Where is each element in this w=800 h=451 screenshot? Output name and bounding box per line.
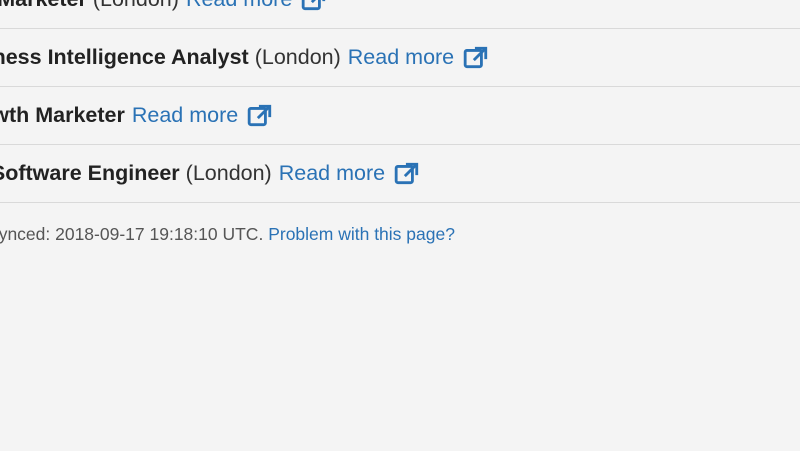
job-row: Growth Marketer (London) Read more (0, 0, 800, 29)
read-more-label: Read more (278, 161, 386, 185)
read-more-label: Read more (186, 0, 292, 12)
read-more-link[interactable]: Read more (348, 45, 489, 71)
read-more-label: Read more (347, 45, 455, 69)
job-title: Senior Software Engineer (0, 161, 180, 185)
problem-link[interactable]: Problem with this page? (268, 224, 455, 244)
job-row: Growth Marketer Read more (0, 87, 800, 145)
job-list: Growth Marketer (London) Read more Busin… (0, 0, 800, 203)
footer: Last synced: 2018-09-17 19:18:10 UTC. Pr… (0, 224, 455, 245)
external-link-icon (394, 161, 420, 187)
job-title: Growth Marketer (0, 0, 87, 12)
last-synced-text: Last synced: 2018-09-17 19:18:10 UTC. (0, 224, 264, 244)
job-location: (London) (93, 0, 179, 12)
job-location: (London) (185, 161, 272, 185)
job-row: Senior Software Engineer (London) Read m… (0, 145, 800, 203)
job-title: Growth Marketer (0, 103, 125, 127)
job-location: (London) (254, 45, 341, 69)
job-title: Business Intelligence Analyst (0, 45, 249, 69)
job-row: Business Intelligence Analyst (London) R… (0, 29, 800, 87)
read-more-link[interactable]: Read more (186, 0, 327, 13)
external-link-icon (463, 45, 489, 71)
read-more-link[interactable]: Read more (132, 103, 273, 129)
external-link-icon (247, 103, 273, 129)
read-more-label: Read more (131, 103, 239, 127)
external-link-icon (301, 0, 327, 13)
page: Growth Marketer (London) Read more Busin… (0, 0, 800, 451)
read-more-link[interactable]: Read more (279, 161, 420, 187)
